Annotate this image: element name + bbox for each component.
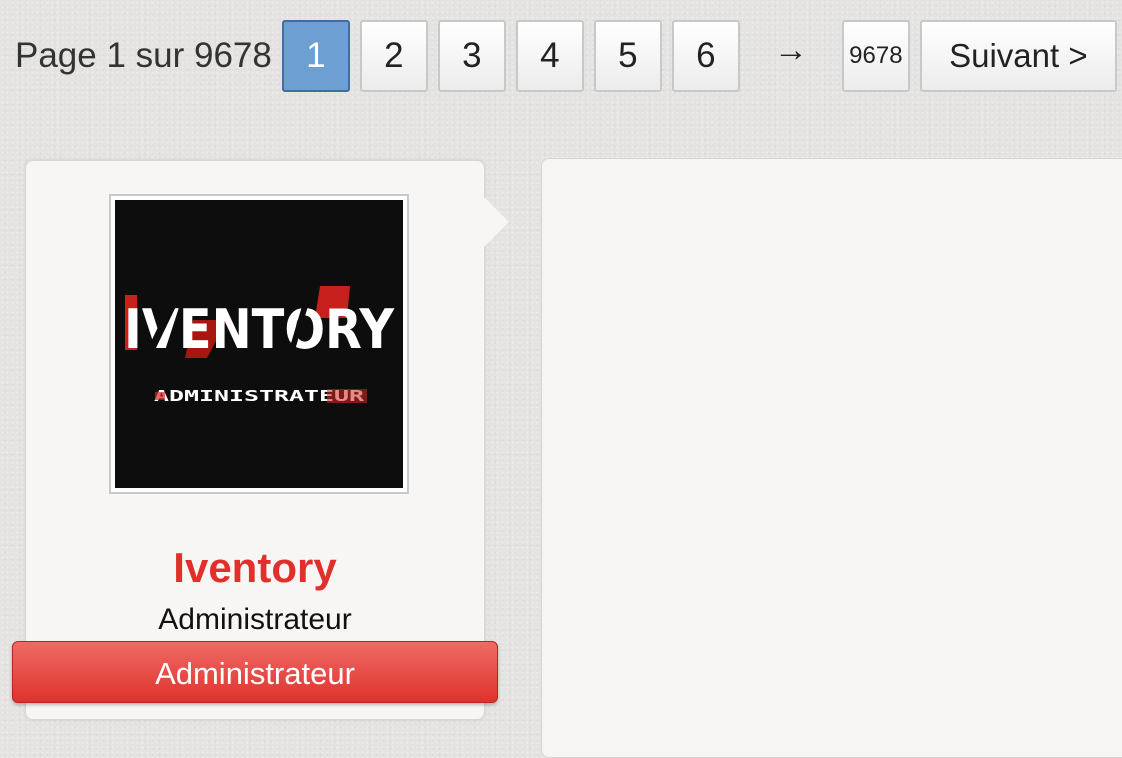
avatar-image: IVENTORY ADMINISTRATEUR — [115, 200, 403, 488]
next-page-button[interactable]: Suivant > — [919, 20, 1117, 92]
page-button-4[interactable]: 4 — [515, 20, 584, 92]
avatar[interactable]: IVENTORY ADMINISTRATEUR — [109, 194, 409, 494]
page-button-2[interactable]: 2 — [359, 20, 428, 92]
user-rank: Administrateur — [158, 603, 352, 636]
page-button-6[interactable]: 6 — [671, 20, 740, 92]
pagination: Page 1 sur 9678 1 2 3 4 5 6 → 9678 Suiva… — [15, 20, 1117, 92]
post-content-panel — [541, 158, 1122, 758]
page-info: Page 1 sur 9678 — [15, 36, 272, 75]
page-button-5[interactable]: 5 — [593, 20, 662, 92]
page-button-1[interactable]: 1 — [281, 20, 350, 92]
username[interactable]: Iventory — [26, 544, 484, 592]
card-pointer — [482, 195, 509, 249]
profile-card: IVENTORY ADMINISTRATEUR Iventory Adminis… — [25, 160, 485, 720]
avatar-logo: IVENTORY ADMINISTRATEUR — [124, 286, 395, 405]
page-button-last[interactable]: 9678 — [841, 20, 910, 92]
page-button-3[interactable]: 3 — [437, 20, 506, 92]
arrow-right-icon: → — [773, 30, 808, 69]
rank-ribbon: Administrateur — [12, 641, 498, 703]
